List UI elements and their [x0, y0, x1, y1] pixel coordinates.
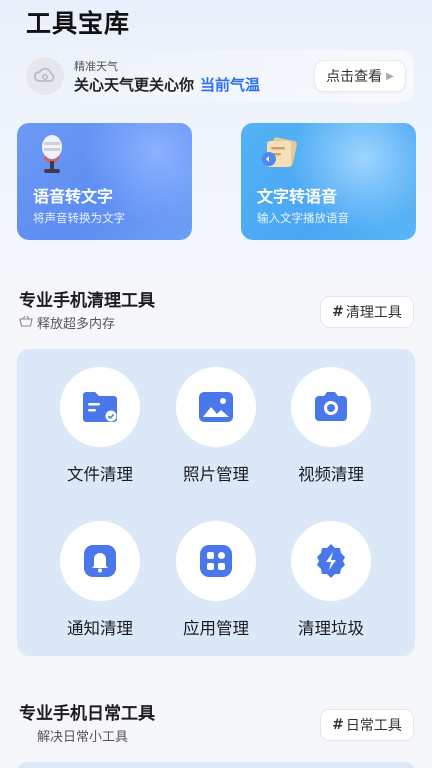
cleanup-tag-label: 清理工具	[345, 305, 402, 321]
tool-label: 应用管理	[183, 619, 249, 638]
tool-icon-circle	[291, 367, 371, 447]
daily-subtitle-text: 解决日常小工具	[37, 730, 129, 745]
view-weather-button[interactable]: 点击查看 ▶	[314, 60, 406, 92]
cleanup-tools-panel: 文件清理 照片管理 视频清理 通知清理 应用管理 清理垃圾	[17, 349, 415, 656]
cleanup-section-title: 专业手机清理工具	[19, 291, 155, 311]
current-temperature-link[interactable]: 当前气温	[200, 76, 260, 94]
tool-label: 文件清理	[67, 465, 133, 484]
weather-label: 精准天气	[74, 60, 118, 73]
text-to-speech-card[interactable]: 文字转语音 输入文字播放语音	[241, 123, 416, 240]
photo-icon	[199, 392, 233, 422]
tool-notification-cleanup[interactable]: 通知清理	[50, 521, 150, 639]
hash-icon: #	[332, 717, 344, 733]
daily-tag-label: 日常工具	[345, 718, 402, 734]
weather-icon	[26, 57, 64, 95]
view-weather-label: 点击查看	[326, 69, 383, 85]
bell-icon	[84, 545, 116, 577]
weather-main-text: 关心天气更关心你	[74, 76, 195, 94]
camera-icon	[315, 392, 347, 421]
document-audio-icon	[259, 133, 299, 177]
tool-icon-circle	[60, 521, 140, 601]
daily-tools-tag-button[interactable]: # 日常工具	[320, 709, 414, 741]
page-title: 工具宝库	[26, 9, 131, 38]
chevron-right-icon: ▶	[386, 70, 394, 82]
text-to-speech-subtitle: 输入文字播放语音	[257, 211, 349, 225]
daily-tools-panel	[17, 762, 415, 768]
microphone-icon	[35, 133, 69, 181]
apps-icon	[200, 545, 232, 577]
weather-message: 关心天气更关心你 当前气温	[74, 74, 260, 95]
tool-junk-cleanup[interactable]: 清理垃圾	[281, 521, 381, 639]
tool-label: 通知清理	[67, 619, 133, 638]
cleanup-subtitle-text: 释放超多内存	[37, 317, 116, 332]
daily-section-title: 专业手机日常工具	[19, 704, 155, 724]
hash-icon: #	[332, 304, 344, 320]
tool-icon-circle	[291, 521, 371, 601]
tool-icon-circle	[60, 367, 140, 447]
tool-label: 照片管理	[183, 465, 249, 484]
folder-icon	[83, 392, 117, 422]
daily-section-subtitle: 解决日常小工具	[37, 726, 128, 745]
cleanup-section-subtitle: 释放超多内存	[19, 313, 115, 332]
text-to-speech-title: 文字转语音	[257, 187, 338, 206]
weather-bar[interactable]: 精准天气 关心天气更关心你 当前气温 点击查看 ▶	[18, 50, 414, 102]
cleanup-tools-tag-button[interactable]: # 清理工具	[320, 296, 414, 328]
lightning-icon	[317, 544, 345, 578]
basket-icon	[19, 315, 33, 331]
tool-video-cleanup[interactable]: 视频清理	[281, 367, 381, 485]
speech-to-text-subtitle: 将声音转换为文字	[33, 211, 125, 225]
tool-app-management[interactable]: 应用管理	[166, 521, 266, 639]
tool-icon-circle	[176, 521, 256, 601]
tool-label: 视频清理	[298, 465, 364, 484]
tool-photo-management[interactable]: 照片管理	[166, 367, 266, 485]
tool-label: 清理垃圾	[298, 619, 364, 638]
speech-to-text-card[interactable]: 语音转文字 将声音转换为文字	[17, 123, 192, 240]
tool-file-cleanup[interactable]: 文件清理	[50, 367, 150, 485]
speech-to-text-title: 语音转文字	[33, 187, 114, 206]
tool-icon-circle	[176, 367, 256, 447]
